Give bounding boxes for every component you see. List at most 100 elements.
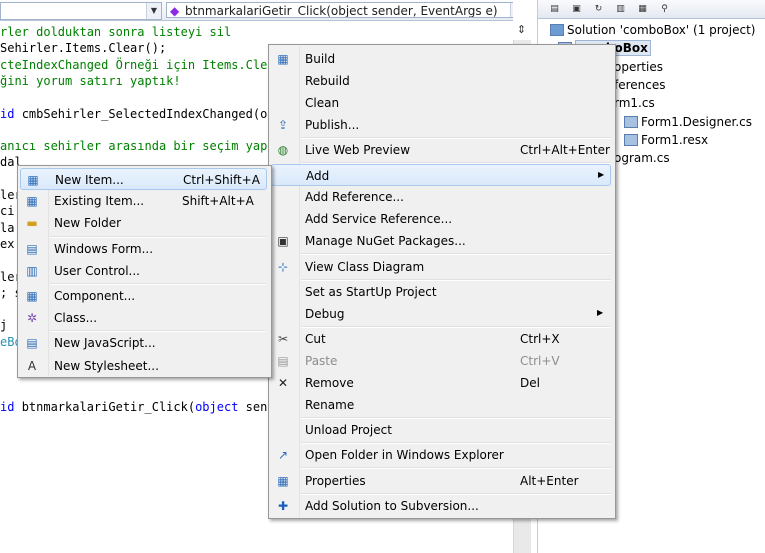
stylesheet-icon: A xyxy=(27,358,37,373)
tree-item[interactable]: ogram.cs xyxy=(614,149,670,167)
menu-item-cut[interactable]: ✂ Cut Ctrl+X xyxy=(271,328,611,350)
editor-navigation-bar: ▼ ◆ btnmarkalariGetir_Click(object sende… xyxy=(0,0,513,21)
menu-item-add-service-reference[interactable]: Add Service Reference... xyxy=(271,208,611,230)
menu-item-label: Paste xyxy=(305,354,338,368)
class-icon: ✲ xyxy=(26,311,38,326)
menu-item-label: Existing Item... xyxy=(54,194,145,209)
member-combo[interactable]: ◆ btnmarkalariGetir_Click(object sender,… xyxy=(166,2,513,18)
menu-item-label: Rename xyxy=(305,398,355,412)
code-token: cmbSehirler_SelectedIndexChanged(ob xyxy=(21,106,275,121)
menu-item-live-web-preview[interactable]: ◍ Live Web Preview Ctrl+Alt+Enter xyxy=(271,139,611,161)
class-diagram-icon[interactable]: ⚲ xyxy=(656,1,673,18)
code-line: Sehirler.Items.Clear(); xyxy=(0,40,166,56)
component-icon: ▦ xyxy=(26,289,38,303)
tree-item-label: Solution 'comboBox' (1 project) xyxy=(567,23,756,37)
menu-item-windows-form[interactable]: ▤ Windows Form... xyxy=(20,238,267,260)
tree-item[interactable]: ferences xyxy=(614,76,666,94)
menu-item-label: Clean xyxy=(305,96,340,110)
menu-item-debug[interactable]: Debug ▶ xyxy=(271,303,611,325)
view-designer-icon[interactable]: ▦ xyxy=(634,1,651,18)
menu-item-label: Publish... xyxy=(305,118,360,132)
menu-item-user-control[interactable]: ▥ User Control... xyxy=(20,260,267,282)
tree-item[interactable]: Solution 'comboBox' (1 project) xyxy=(550,21,755,39)
menu-item-shortcut: Ctrl+Shift+A xyxy=(183,173,260,187)
menu-item-open-folder-in-windows-explorer[interactable]: ↗ Open Folder in Windows Explorer xyxy=(271,444,611,466)
code-token: ex xyxy=(0,236,15,251)
menu-item-label: Set as StartUp Project xyxy=(305,284,437,299)
menu-item-unload-project[interactable]: Unload Project xyxy=(271,419,611,441)
submenu-arrow-icon: ▶ xyxy=(597,307,604,317)
menu-item-label: New Stylesheet... xyxy=(54,358,159,373)
code-line: ex xyxy=(0,236,14,252)
code-token: object xyxy=(195,399,239,414)
menu-item-label: Unload Project xyxy=(305,423,392,438)
solution-explorer-toolbar: ▤ ▣ ↻ ▥ ▦ ⚲ xyxy=(538,0,765,19)
refresh-icon[interactable]: ↻ xyxy=(590,1,607,18)
menu-item-set-as-startup-project[interactable]: Set as StartUp Project xyxy=(271,281,611,303)
tree-item[interactable]: Form1.resx xyxy=(624,131,708,149)
member-combo-value: btnmarkalariGetir_Click(object sender, E… xyxy=(185,4,498,18)
menu-item-label: User Control... xyxy=(54,263,140,278)
menu-item-clean[interactable]: Clean xyxy=(271,92,611,114)
menu-item-add-reference[interactable]: Add Reference... xyxy=(271,186,611,208)
chevron-down-icon[interactable]: ▼ xyxy=(146,3,161,19)
menu-item-label: New JavaScript... xyxy=(54,336,156,351)
code-line: anıcı sehirler arasında bir seçim yapt xyxy=(0,138,275,154)
project-context-menu: ▦ Build Rebuild Clean ⇪ Publish... ◍ Live Web P… xyxy=(268,44,616,519)
submenu-arrow-icon: ▶ xyxy=(598,170,605,180)
menu-item-manage-nuget-packages[interactable]: ▣ Manage NuGet Packages... xyxy=(271,230,611,252)
menu-item-label: Open Folder in Windows Explorer xyxy=(305,448,504,463)
show-all-files-icon[interactable]: ▣ xyxy=(568,1,585,18)
code-token: rler dolduktan sonra listeyi sil xyxy=(0,25,232,39)
menu-item-label: Add Service Reference... xyxy=(305,212,453,227)
code-token: j xyxy=(0,318,15,333)
menu-item-shortcut: Del xyxy=(520,376,540,390)
menu-item-build[interactable]: ▦ Build xyxy=(271,48,611,70)
menu-item-label: Cut xyxy=(305,332,326,346)
split-window-icon[interactable]: ⇕ xyxy=(513,21,530,39)
menu-item-label: Build xyxy=(305,52,336,66)
cs-file-icon xyxy=(624,115,638,128)
build-icon: ▦ xyxy=(277,52,289,66)
code-line: j xyxy=(0,317,14,333)
menu-item-rebuild[interactable]: Rebuild xyxy=(271,70,611,92)
code-token: id xyxy=(0,106,22,121)
menu-item-view-class-diagram[interactable]: ⊹ View Class Diagram xyxy=(271,256,611,278)
menu-item-publish[interactable]: ⇪ Publish... xyxy=(271,114,611,136)
add-submenu: ▦ New Item... Ctrl+Shift+A ▦ Existing Item..… xyxy=(17,165,272,378)
menu-item-shortcut: Ctrl+V xyxy=(520,354,560,368)
menu-item-class[interactable]: ✲ Class... xyxy=(20,307,267,329)
menu-item-add-solution-to-subversion[interactable]: ✚ Add Solution to Subversion... xyxy=(271,495,611,517)
code-line: la xyxy=(0,220,14,236)
menu-item-label: Add xyxy=(306,169,330,184)
view-code-icon[interactable]: ▥ xyxy=(612,1,629,18)
menu-item-label: Add Solution to Subversion... xyxy=(305,498,479,513)
menu-item-component[interactable]: ▦ Component... xyxy=(20,285,267,307)
code-line: ci xyxy=(0,203,14,219)
menu-item-rename[interactable]: Rename xyxy=(271,394,611,416)
tree-item-label: Form1.resx xyxy=(641,132,709,147)
tree-item[interactable]: rm1.cs xyxy=(614,94,655,112)
remove-icon: ✕ xyxy=(277,376,289,390)
menu-item-new-folder[interactable]: ▬ New Folder xyxy=(20,212,267,234)
menu-item-new-stylesheet[interactable]: A New Stylesheet... xyxy=(20,355,267,377)
menu-item-remove[interactable]: ✕ Remove Del xyxy=(271,372,611,394)
menu-item-label: Rebuild xyxy=(305,74,350,88)
code-token: anıcı sehirler arasında bir seçim yapt xyxy=(0,139,275,154)
menu-item-new-javascript[interactable]: ▤ New JavaScript... xyxy=(20,332,267,354)
tree-item[interactable]: Form1.Designer.cs xyxy=(624,113,752,131)
menu-item-label: Debug xyxy=(305,306,345,321)
properties-icon[interactable]: ▤ xyxy=(546,1,563,18)
user-control-icon: ▥ xyxy=(26,263,38,278)
tree-item[interactable]: operties xyxy=(614,58,663,76)
code-line: ğini yorum satırı yaptık! xyxy=(0,73,181,89)
paste-icon: ▤ xyxy=(277,354,289,368)
menu-item-add[interactable]: Add ▶ xyxy=(271,164,611,187)
chevron-down-icon[interactable]: ▼ xyxy=(510,3,513,17)
type-combo[interactable]: ▼ xyxy=(0,2,162,20)
menu-item-new-item[interactable]: ▦ New Item... Ctrl+Shift+A xyxy=(20,168,267,190)
menu-item-existing-item[interactable]: ▦ Existing Item... Shift+Alt+A xyxy=(20,190,267,212)
subversion-icon: ✚ xyxy=(277,498,289,513)
solution-icon xyxy=(550,24,564,36)
menu-item-properties[interactable]: ▦ Properties Alt+Enter xyxy=(271,470,611,492)
